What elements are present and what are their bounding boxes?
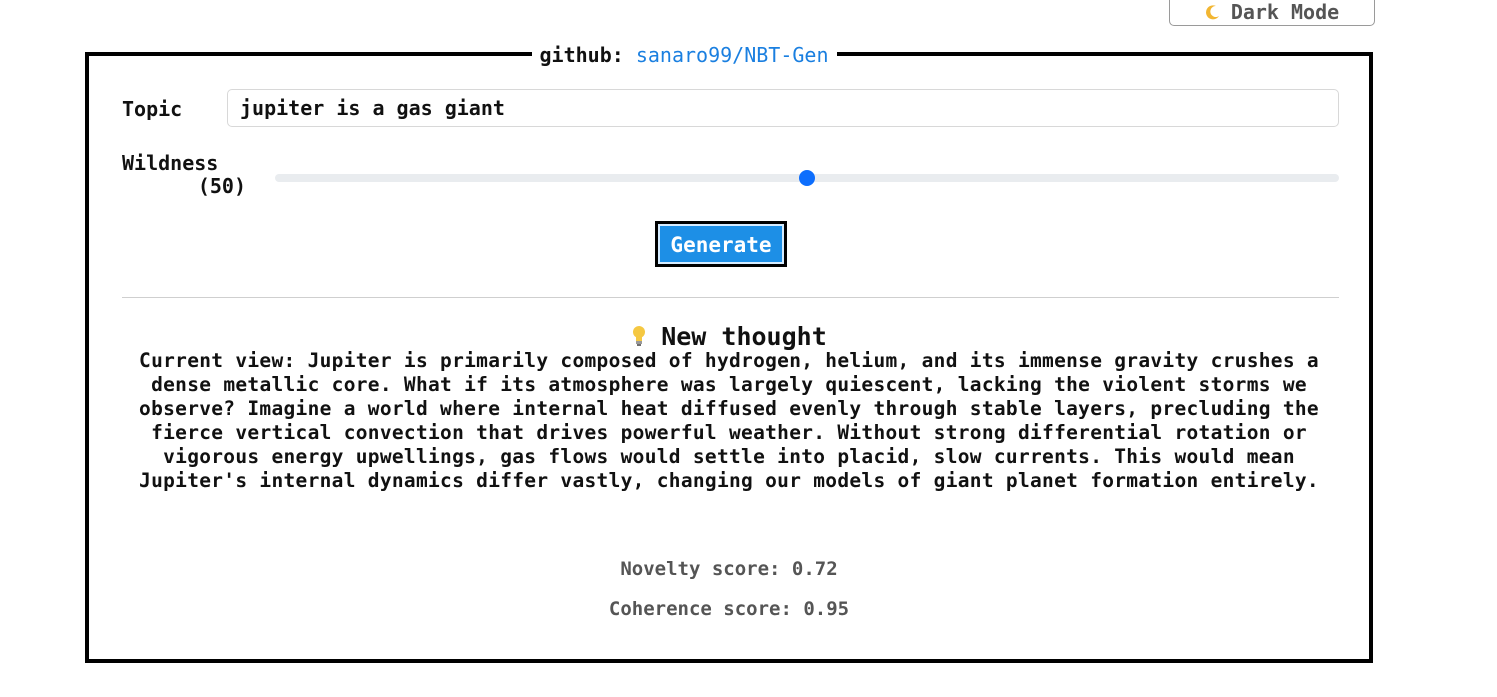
coherence-score: Coherence score: 0.95 <box>608 598 850 620</box>
wildness-slider-thumb[interactable] <box>799 170 815 186</box>
thought-body: Current view: Jupiter is primarily compo… <box>139 349 1319 492</box>
legend-prefix: github: <box>539 43 624 67</box>
generate-button[interactable]: Generate <box>655 221 787 267</box>
thought-title: New thought <box>661 322 827 351</box>
divider <box>122 297 1339 298</box>
dark-mode-toggle-button[interactable]: Dark Mode <box>1169 0 1375 26</box>
thought-heading: New thought <box>89 322 1369 351</box>
topic-input[interactable] <box>227 89 1339 127</box>
topic-label: Topic <box>122 97 183 121</box>
github-repo-link[interactable]: sanaro99/NBT-Gen <box>636 43 829 67</box>
generate-row: Generate <box>89 221 1369 267</box>
lightbulb-icon <box>633 326 646 346</box>
wildness-label-group: Wildness (50) <box>122 152 246 198</box>
moon-icon <box>1205 5 1219 20</box>
wildness-label: Wildness <box>122 151 219 175</box>
panel-legend: github: sanaro99/NBT-Gen <box>89 44 1369 66</box>
legend-text: github: sanaro99/NBT-Gen <box>531 43 837 67</box>
wildness-slider[interactable] <box>275 170 1339 186</box>
generator-panel: github: sanaro99/NBT-Gen Topic Wildness … <box>85 44 1373 663</box>
wildness-value: (50) <box>197 174 246 198</box>
dark-mode-label: Dark Mode <box>1230 0 1340 24</box>
novelty-score: Novelty score: 0.72 <box>620 558 838 580</box>
